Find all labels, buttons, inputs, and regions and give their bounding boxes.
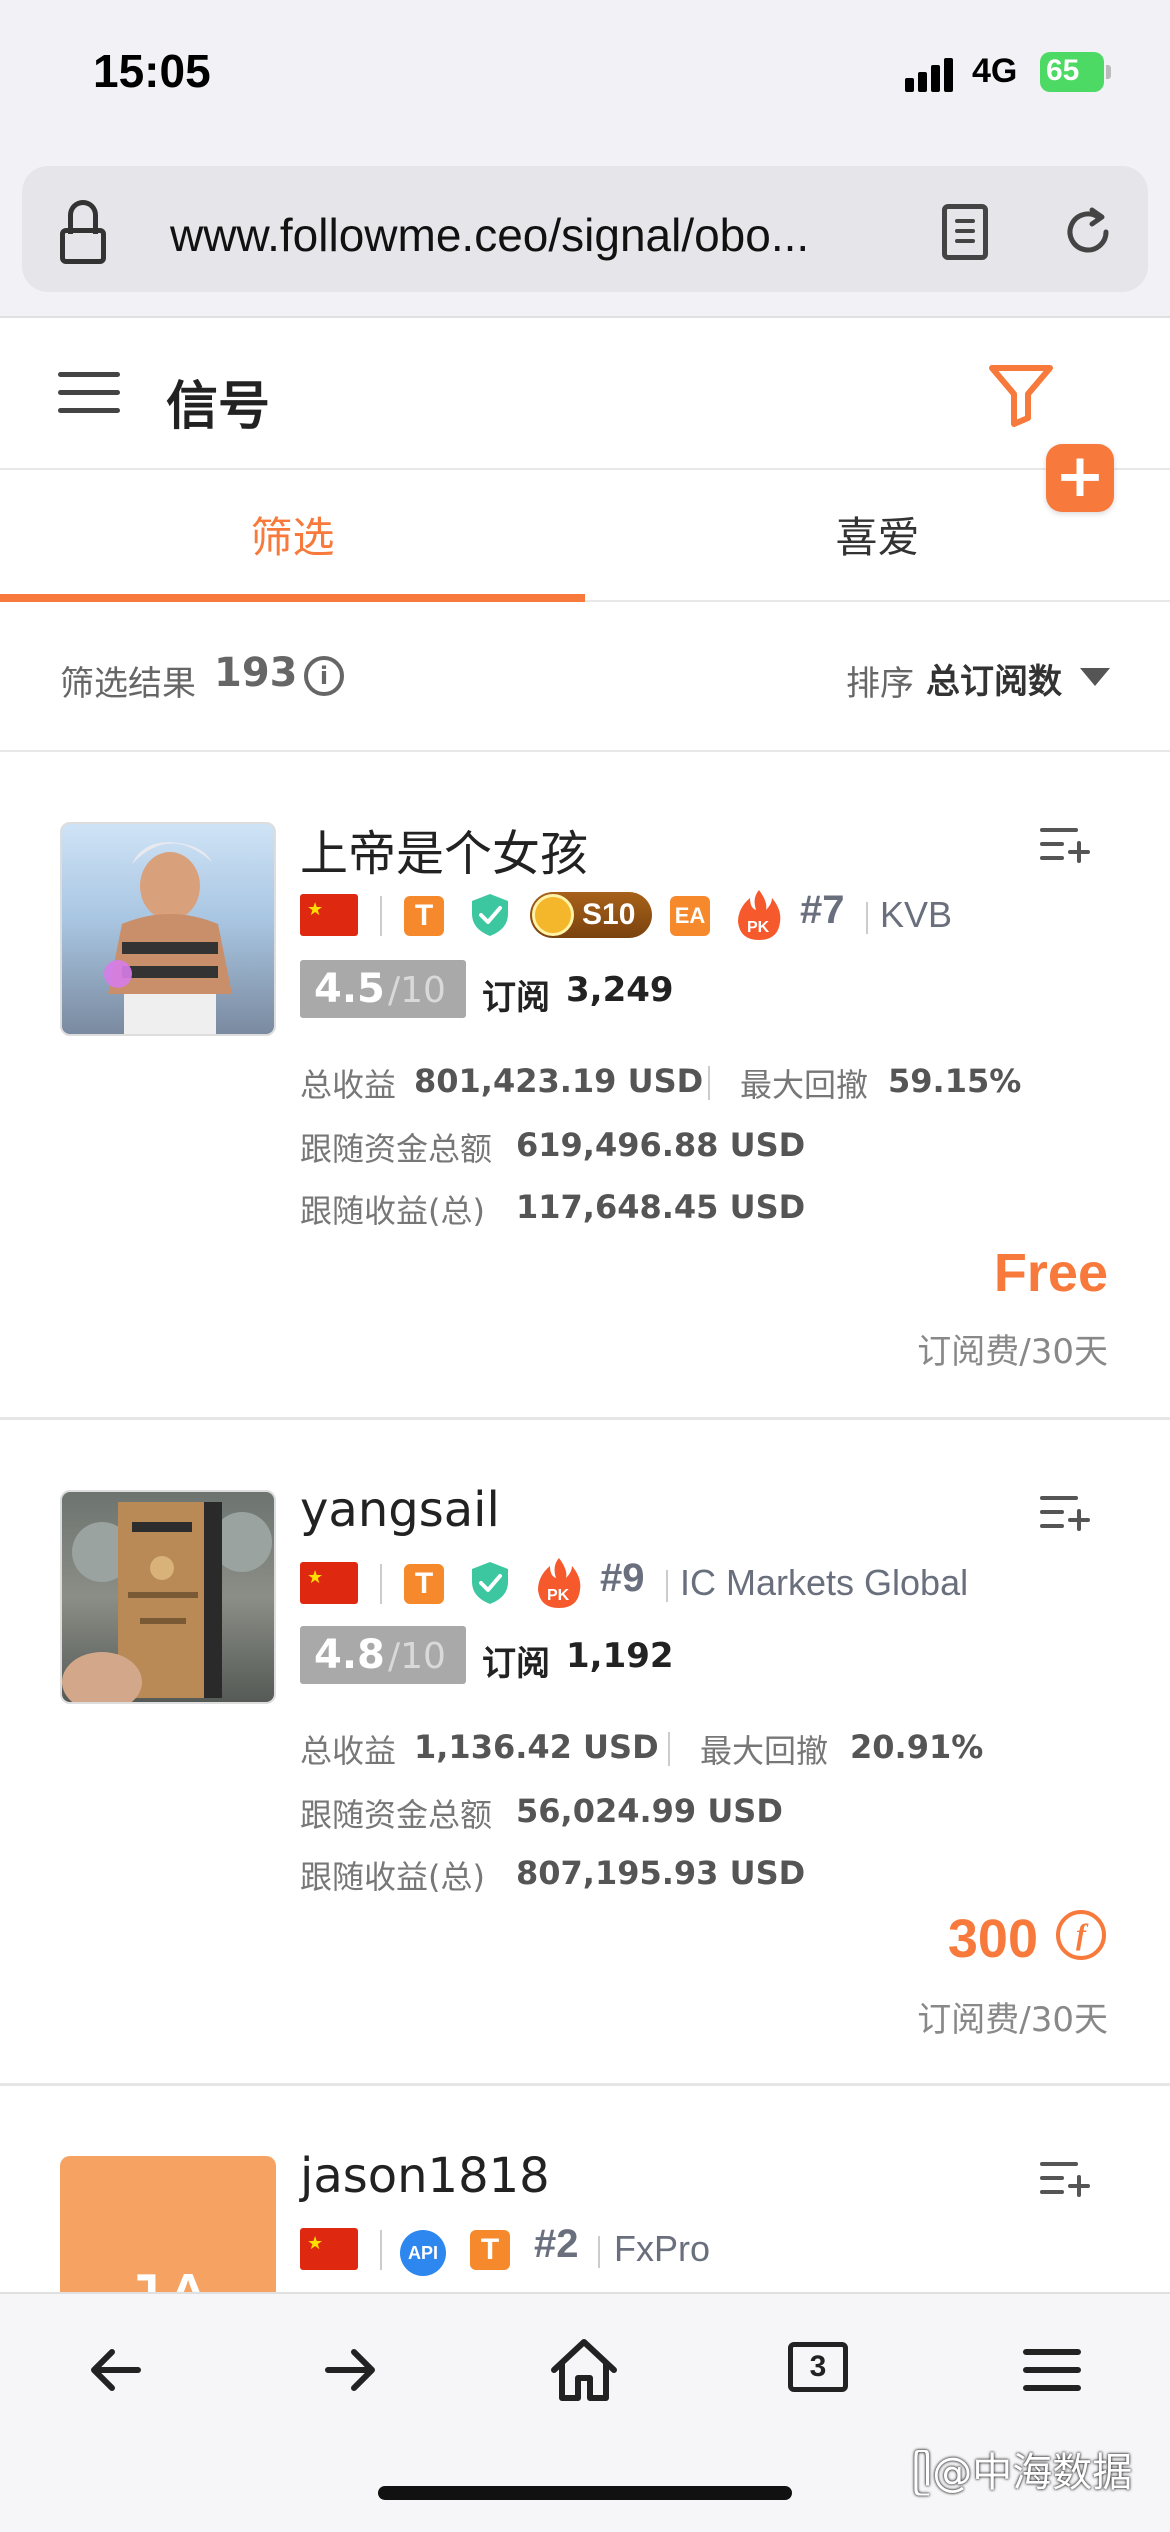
ea-badge-icon: EA (670, 896, 710, 936)
price-period-note: 订阅费/30天 (917, 1332, 1108, 1372)
pk-fire-icon: PK (538, 1558, 581, 1608)
follow-profit-label: 跟随收益(总) (300, 1858, 485, 1896)
tab-filter[interactable]: 筛选 (0, 470, 585, 602)
follow-profit-value: 807,195.93 USD (516, 1854, 806, 1892)
results-count: 193 (214, 650, 298, 696)
score-badge: 4.5/10 (300, 960, 466, 1018)
battery-level: 65 (1046, 54, 1080, 87)
network-type: 4G (972, 52, 1018, 90)
menu-icon[interactable] (58, 372, 120, 416)
add-to-list-icon[interactable] (1040, 824, 1090, 868)
signal-card[interactable]: 上帝是个女孩 ★ T S10 EA PK #7 KVB 4.5 /10 订阅 3… (0, 752, 1170, 1420)
filter-icon[interactable] (986, 362, 1056, 428)
follow-funds-value: 56,024.99 USD (516, 1792, 783, 1830)
total-profit-value: 1,136.42 USD (414, 1728, 659, 1766)
follow-profit-label: 跟随收益(总) (300, 1192, 485, 1230)
sort-label: 排序 (846, 664, 914, 704)
signal-name[interactable]: jason1818 (300, 2148, 550, 2204)
results-label: 筛选结果 (60, 664, 196, 704)
max-drawdown-value: 59.15% (888, 1062, 1022, 1100)
api-badge-icon: API (400, 2230, 446, 2276)
max-drawdown-value: 20.91% (850, 1728, 984, 1766)
home-icon[interactable] (544, 2330, 624, 2410)
follow-funds-value: 619,496.88 USD (516, 1126, 806, 1164)
reader-mode-icon[interactable] (942, 204, 988, 260)
trader-badge-icon: T (404, 896, 444, 936)
subscriptions-label: 订阅 (482, 1644, 550, 1684)
results-summary: 筛选结果 193 i 排序 总订阅数 (0, 602, 1170, 752)
svg-text:PK: PK (747, 919, 770, 936)
menu-lines-icon[interactable] (1012, 2330, 1092, 2410)
signal-name[interactable]: yangsail (300, 1482, 500, 1538)
trader-badge-icon: T (470, 2230, 510, 2270)
url-text[interactable]: www.followme.ceo/signal/obo... (170, 208, 809, 262)
china-flag-icon: ★ (300, 1562, 358, 1604)
avatar (60, 1490, 276, 1704)
broker-name: KVB (880, 894, 953, 935)
tab-bar: 筛选 喜爱 (0, 470, 1170, 602)
forward-arrow-icon[interactable] (310, 2330, 390, 2410)
subscription-price: Free (993, 1243, 1108, 1303)
status-time: 15:05 (93, 45, 211, 97)
verified-shield-icon (472, 1562, 508, 1604)
broker-name: FxPro (614, 2228, 711, 2269)
max-drawdown-label: 最大回撤 (700, 1732, 829, 1770)
subscriptions-label: 订阅 (482, 978, 550, 1018)
signal-card[interactable]: yangsail ★ T PK #9 IC Markets Global 4.8… (0, 1420, 1170, 2086)
broker-name: IC Markets Global (680, 1562, 969, 1603)
pk-fire-icon: PK (738, 890, 781, 940)
follow-funds-label: 跟随资金总额 (300, 1130, 493, 1168)
rank: #7 (800, 888, 845, 932)
rank: #2 (534, 2222, 579, 2266)
home-indicator (378, 2486, 792, 2500)
total-profit-label: 总收益 (300, 1066, 397, 1104)
signal-card[interactable]: JA jason1818 ★ API T #2 FxPro (0, 2086, 1170, 2370)
price-period-note: 订阅费/30天 (917, 2000, 1108, 2040)
address-bar[interactable]: www.followme.ceo/signal/obo... (22, 166, 1148, 292)
total-profit-label: 总收益 (300, 1732, 397, 1770)
add-to-list-icon[interactable] (1040, 1492, 1090, 1536)
page: 15:05 4G 65 www.followme.ceo/signal/obo.… (0, 0, 1170, 2532)
tier-badge: S10 (530, 892, 652, 938)
follow-profit-value: 117,648.45 USD (516, 1188, 806, 1226)
lock-icon (58, 200, 108, 264)
back-arrow-icon[interactable] (76, 2330, 156, 2410)
coin-icon: f (1056, 1910, 1106, 1960)
score-badge: 4.8/10 (300, 1626, 466, 1684)
max-drawdown-label: 最大回撤 (740, 1066, 869, 1104)
total-profit-value: 801,423.19 USD (414, 1062, 704, 1100)
follow-funds-label: 跟随资金总额 (300, 1796, 493, 1834)
app-header: 信号 (0, 320, 1170, 470)
china-flag-icon: ★ (300, 894, 358, 936)
subscriptions-count: 3,249 (566, 970, 674, 1010)
battery-icon: 65 (1040, 52, 1111, 92)
subscriptions-count: 1,192 (566, 1636, 674, 1676)
page-title: 信号 (166, 377, 271, 437)
cellular-signal-icon (905, 58, 955, 92)
tabs-count: 3 (788, 2342, 848, 2392)
trader-badge-icon: T (404, 1564, 444, 1604)
caret-down-icon[interactable] (1080, 668, 1110, 686)
reload-icon[interactable] (1058, 202, 1118, 262)
tabs-icon[interactable]: 3 (780, 2330, 860, 2410)
info-icon[interactable]: i (304, 656, 344, 696)
avatar (60, 822, 276, 1036)
svg-text:PK: PK (547, 1587, 570, 1604)
verified-shield-icon (472, 894, 508, 936)
china-flag-icon: ★ (300, 2228, 358, 2270)
rank: #9 (600, 1556, 645, 1600)
sort-dropdown[interactable]: 总订阅数 (926, 654, 1062, 703)
status-bar: 15:05 4G 65 (0, 0, 1170, 150)
subscription-price: 300 (947, 1909, 1038, 1969)
signal-name[interactable]: 上帝是个女孩 (300, 814, 588, 884)
add-to-list-icon[interactable] (1040, 2158, 1090, 2202)
active-tab-indicator (0, 594, 585, 602)
browser-url-area: www.followme.ceo/signal/obo... (0, 150, 1170, 318)
add-button[interactable]: + (1046, 444, 1114, 512)
watermark: ᥫ@中海数据 (912, 2450, 1133, 2496)
